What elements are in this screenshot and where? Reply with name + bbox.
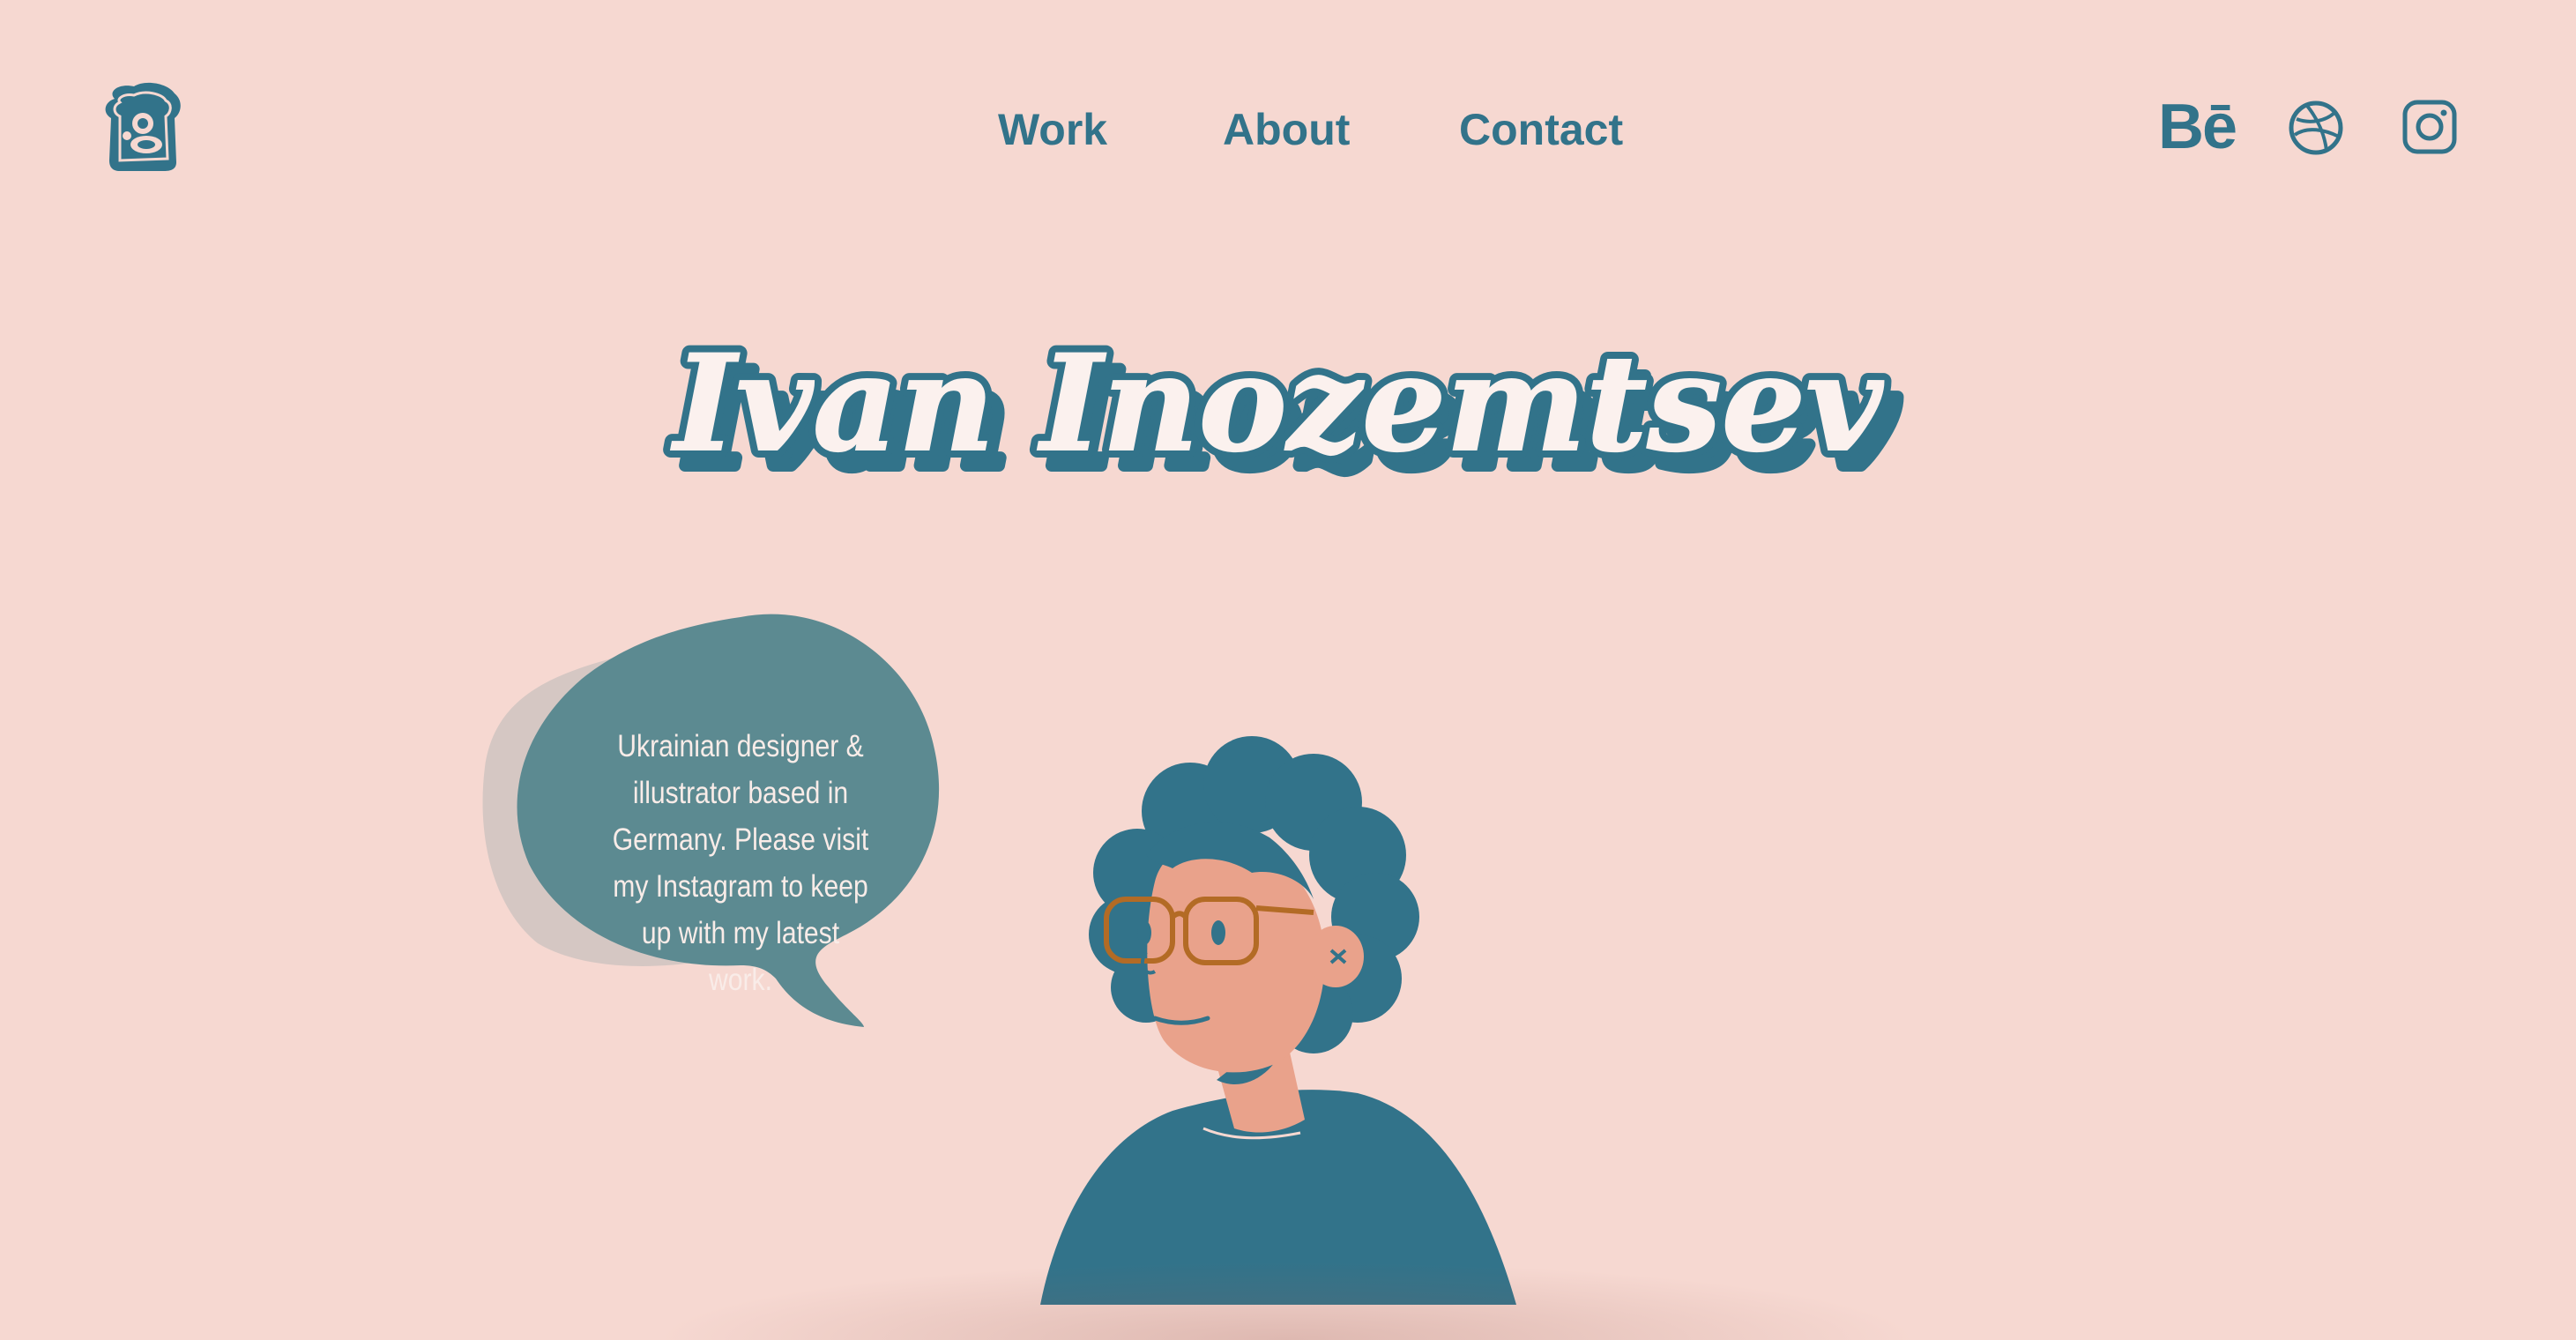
dribbble-icon[interactable] — [2288, 100, 2344, 156]
behance-icon[interactable]: Bē — [2158, 93, 2246, 160]
nav-contact-link[interactable]: Contact — [1459, 99, 1623, 160]
bubble-text: Ukrainian designer & illustrator based i… — [612, 729, 869, 997]
character-illustration — [1023, 723, 1569, 1305]
speech-bubble: Ukrainian designer & illustrator based i… — [476, 608, 979, 1120]
bottom-shadow — [652, 1261, 1922, 1340]
instagram-icon[interactable] — [2401, 99, 2458, 155]
nav-work-link[interactable]: Work — [998, 99, 1107, 160]
hero-title: Ivan Inozemtsev Ivan Inozemtsev Ivan Ino… — [663, 291, 1905, 529]
nav-about-link[interactable]: About — [1223, 99, 1350, 160]
hero-title-text: Ivan Inozemtsev — [671, 326, 1885, 481]
